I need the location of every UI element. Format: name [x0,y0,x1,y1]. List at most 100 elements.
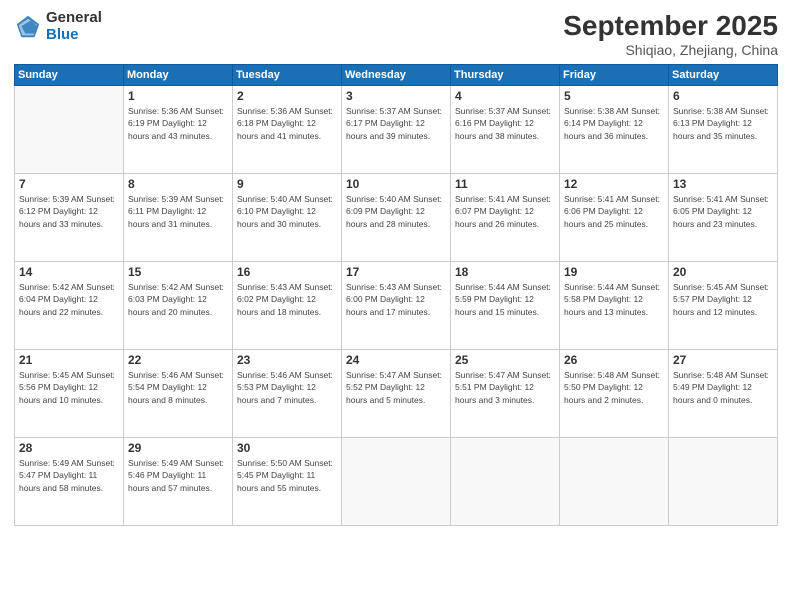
day-info: Sunrise: 5:46 AM Sunset: 5:53 PM Dayligh… [237,369,337,406]
col-wednesday: Wednesday [342,65,451,86]
day-number: 8 [128,177,228,191]
day-info: Sunrise: 5:43 AM Sunset: 6:00 PM Dayligh… [346,281,446,318]
calendar-week-row: 14Sunrise: 5:42 AM Sunset: 6:04 PM Dayli… [15,262,778,350]
table-row: 3 Sunrise: 5:37 AM Sunset: 6:17 PM Daylig… [342,86,451,174]
day-number: 23 [237,353,337,367]
table-row: 15 Sunrise: 5:42 AM Sunset: 6:03 PM Dayli… [124,262,233,350]
day-info: Sunrise: 5:42 AM Sunset: 6:03 PM Dayligh… [128,281,228,318]
day-info: Sunrise: 5:39 AM Sunset: 6:12 PM Dayligh… [19,193,119,230]
day-info: Sunrise: 5:47 AM Sunset: 5:52 PM Dayligh… [346,369,446,406]
day-info: Sunrise: 5:43 AM Sunset: 6:02 PM Dayligh… [237,281,337,318]
day-number: 3 [346,89,446,103]
day-number: 15 [128,265,228,279]
day-info: Sunrise: 5:40 AM Sunset: 6:10 PM Dayligh… [237,193,337,230]
day-number: 16 [237,265,337,279]
table-row [15,86,124,174]
table-row: 21Sunrise: 5:45 AM Sunset: 5:56 PM Dayli… [15,350,124,438]
table-row: 28Sunrise: 5:49 AM Sunset: 5:47 PM Dayli… [15,438,124,526]
day-info: Sunrise: 5:48 AM Sunset: 5:49 PM Dayligh… [673,369,773,406]
logo-blue-text: Blue [46,27,102,44]
col-friday: Friday [560,65,669,86]
day-number: 18 [455,265,555,279]
day-number: 4 [455,89,555,103]
table-row: 17Sunrise: 5:43 AM Sunset: 6:00 PM Dayli… [342,262,451,350]
day-number: 24 [346,353,446,367]
table-row: 4 Sunrise: 5:37 AM Sunset: 6:16 PM Daylig… [451,86,560,174]
day-number: 2 [237,89,337,103]
day-info: Sunrise: 5:49 AM Sunset: 5:46 PM Dayligh… [128,457,228,494]
calendar-week-row: 1 Sunrise: 5:36 AM Sunset: 6:19 PM Daylig… [15,86,778,174]
day-number: 1 [128,89,228,103]
table-row: 14Sunrise: 5:42 AM Sunset: 6:04 PM Dayli… [15,262,124,350]
day-info: Sunrise: 5:47 AM Sunset: 5:51 PM Dayligh… [455,369,555,406]
day-number: 19 [564,265,664,279]
day-number: 20 [673,265,773,279]
table-row: 5Sunrise: 5:38 AM Sunset: 6:14 PM Daylig… [560,86,669,174]
table-row: 27 Sunrise: 5:48 AM Sunset: 5:49 PM Dayli… [669,350,778,438]
table-row [342,438,451,526]
day-number: 11 [455,177,555,191]
day-info: Sunrise: 5:42 AM Sunset: 6:04 PM Dayligh… [19,281,119,318]
table-row [669,438,778,526]
table-row: 30 Sunrise: 5:50 AM Sunset: 5:45 PM Dayli… [233,438,342,526]
col-saturday: Saturday [669,65,778,86]
day-info: Sunrise: 5:45 AM Sunset: 5:57 PM Dayligh… [673,281,773,318]
logo-icon [14,13,42,41]
table-row: 7 Sunrise: 5:39 AM Sunset: 6:12 PM Daylig… [15,174,124,262]
day-info: Sunrise: 5:37 AM Sunset: 6:17 PM Dayligh… [346,105,446,142]
table-row: 29 Sunrise: 5:49 AM Sunset: 5:46 PM Dayli… [124,438,233,526]
day-info: Sunrise: 5:44 AM Sunset: 5:58 PM Dayligh… [564,281,664,318]
month-title: September 2025 [563,10,778,42]
day-info: Sunrise: 5:48 AM Sunset: 5:50 PM Dayligh… [564,369,664,406]
table-row: 26 Sunrise: 5:48 AM Sunset: 5:50 PM Dayli… [560,350,669,438]
table-row: 6Sunrise: 5:38 AM Sunset: 6:13 PM Daylig… [669,86,778,174]
day-number: 6 [673,89,773,103]
table-row: 10 Sunrise: 5:40 AM Sunset: 6:09 PM Dayli… [342,174,451,262]
table-row: 13 Sunrise: 5:41 AM Sunset: 6:05 PM Dayli… [669,174,778,262]
day-number: 13 [673,177,773,191]
day-number: 26 [564,353,664,367]
location: Shiqiao, Zhejiang, China [563,42,778,58]
day-number: 27 [673,353,773,367]
table-row: 8 Sunrise: 5:39 AM Sunset: 6:11 PM Daylig… [124,174,233,262]
day-number: 30 [237,441,337,455]
day-info: Sunrise: 5:50 AM Sunset: 5:45 PM Dayligh… [237,457,337,494]
day-number: 10 [346,177,446,191]
calendar-header-row: Sunday Monday Tuesday Wednesday Thursday… [15,65,778,86]
table-row: 12 Sunrise: 5:41 AM Sunset: 6:06 PM Dayli… [560,174,669,262]
calendar: Sunday Monday Tuesday Wednesday Thursday… [14,64,778,526]
calendar-week-row: 28Sunrise: 5:49 AM Sunset: 5:47 PM Dayli… [15,438,778,526]
day-info: Sunrise: 5:40 AM Sunset: 6:09 PM Dayligh… [346,193,446,230]
col-tuesday: Tuesday [233,65,342,86]
table-row: 2Sunrise: 5:36 AM Sunset: 6:18 PM Daylig… [233,86,342,174]
col-monday: Monday [124,65,233,86]
table-row: 18 Sunrise: 5:44 AM Sunset: 5:59 PM Dayli… [451,262,560,350]
table-row: 9 Sunrise: 5:40 AM Sunset: 6:10 PM Daylig… [233,174,342,262]
col-thursday: Thursday [451,65,560,86]
day-number: 12 [564,177,664,191]
day-info: Sunrise: 5:41 AM Sunset: 6:06 PM Dayligh… [564,193,664,230]
table-row: 20 Sunrise: 5:45 AM Sunset: 5:57 PM Dayli… [669,262,778,350]
day-info: Sunrise: 5:39 AM Sunset: 6:11 PM Dayligh… [128,193,228,230]
day-info: Sunrise: 5:41 AM Sunset: 6:05 PM Dayligh… [673,193,773,230]
logo-general-text: General [46,10,102,27]
day-info: Sunrise: 5:36 AM Sunset: 6:19 PM Dayligh… [128,105,228,142]
day-info: Sunrise: 5:44 AM Sunset: 5:59 PM Dayligh… [455,281,555,318]
table-row [451,438,560,526]
day-number: 9 [237,177,337,191]
day-info: Sunrise: 5:37 AM Sunset: 6:16 PM Dayligh… [455,105,555,142]
calendar-week-row: 7 Sunrise: 5:39 AM Sunset: 6:12 PM Daylig… [15,174,778,262]
table-row: 24 Sunrise: 5:47 AM Sunset: 5:52 PM Dayli… [342,350,451,438]
logo: General Blue [14,10,102,43]
table-row: 23 Sunrise: 5:46 AM Sunset: 5:53 PM Dayli… [233,350,342,438]
title-block: September 2025 Shiqiao, Zhejiang, China [563,10,778,58]
table-row: 22Sunrise: 5:46 AM Sunset: 5:54 PM Dayli… [124,350,233,438]
day-number: 29 [128,441,228,455]
table-row: 1 Sunrise: 5:36 AM Sunset: 6:19 PM Daylig… [124,86,233,174]
day-number: 7 [19,177,119,191]
day-info: Sunrise: 5:41 AM Sunset: 6:07 PM Dayligh… [455,193,555,230]
col-sunday: Sunday [15,65,124,86]
calendar-week-row: 21Sunrise: 5:45 AM Sunset: 5:56 PM Dayli… [15,350,778,438]
table-row [560,438,669,526]
day-number: 5 [564,89,664,103]
